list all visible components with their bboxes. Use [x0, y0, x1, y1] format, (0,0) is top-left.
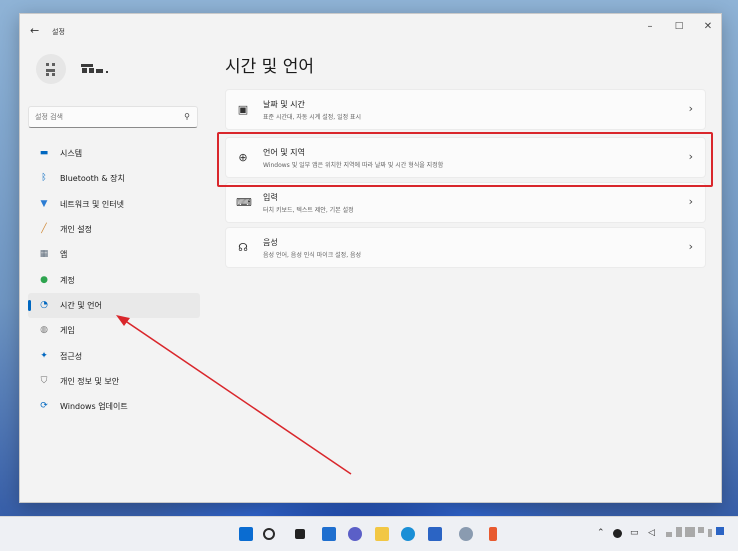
arrow-head [116, 315, 130, 326]
chat-icon[interactable] [348, 527, 362, 541]
edge-icon[interactable] [401, 527, 415, 541]
start-icon[interactable] [239, 527, 253, 541]
pinned-app-icon[interactable] [489, 527, 497, 541]
store-icon[interactable] [428, 527, 442, 541]
network-icon[interactable] [613, 529, 622, 538]
arrow-line [123, 319, 352, 475]
search-icon[interactable] [263, 528, 275, 540]
display-icon[interactable]: ▭ [630, 528, 639, 538]
chevron-up-icon[interactable]: ⌃ [597, 528, 605, 538]
volume-icon[interactable]: ◁ [648, 528, 655, 538]
widgets-icon[interactable] [322, 527, 336, 541]
annotation-arrow [116, 315, 352, 475]
task-view-icon[interactable] [295, 529, 305, 539]
file-explorer-icon[interactable] [375, 527, 389, 541]
taskbar: ⌃ ▭ ◁ [0, 516, 738, 551]
settings-icon[interactable] [459, 527, 473, 541]
